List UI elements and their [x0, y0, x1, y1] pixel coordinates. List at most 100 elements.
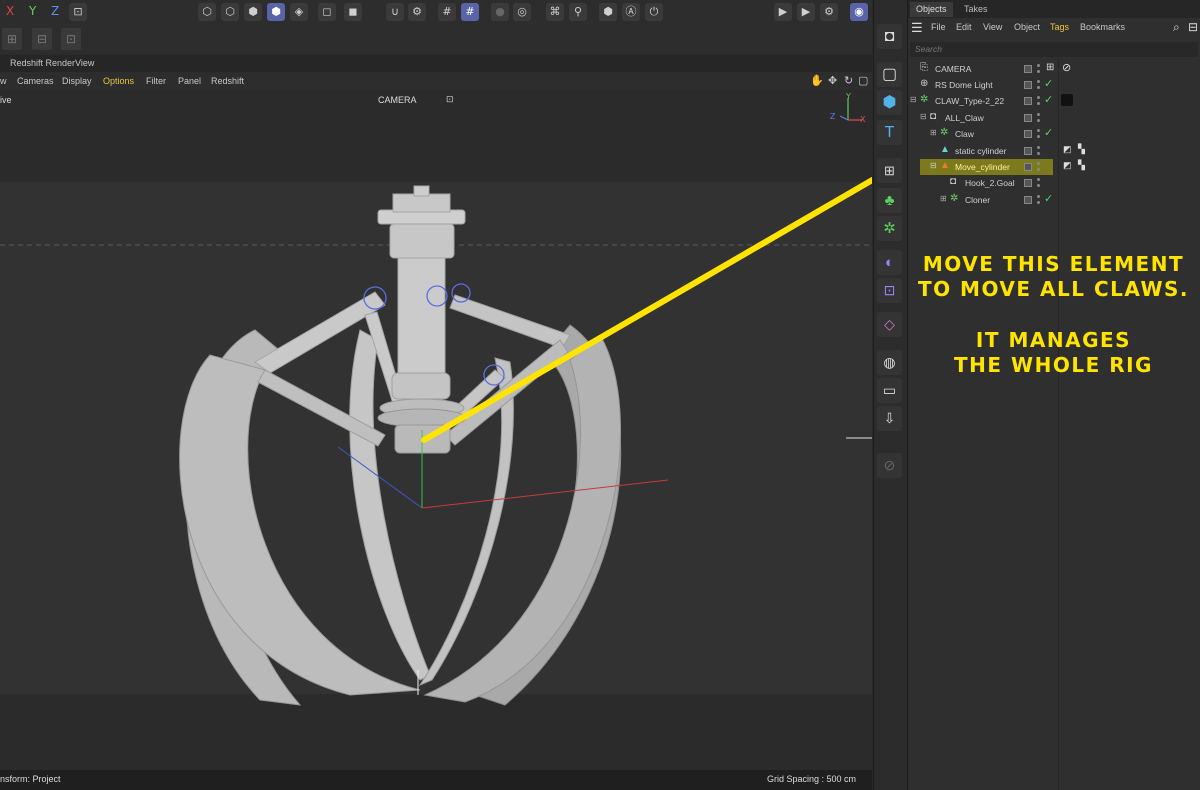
selection-icon[interactable]: ⊞	[877, 158, 902, 183]
editor-dot[interactable]	[1037, 129, 1040, 132]
pan-icon[interactable]: ✋	[810, 74, 824, 87]
phong-tag-icon[interactable]: ◩	[1063, 160, 1072, 171]
enabled-check-icon[interactable]: ✓	[1044, 77, 1053, 90]
render-dot[interactable]	[1037, 119, 1040, 122]
texture-tag-icon[interactable]: ▚	[1078, 144, 1085, 155]
texture-mode-icon[interactable]: ◈	[290, 3, 308, 21]
tree-row-static-cylinder[interactable]: ▲ static cylinder ◩ ▚	[908, 143, 1200, 159]
mograph-icon[interactable]: ♣	[877, 188, 902, 213]
viewport-menu-options[interactable]: Options	[103, 76, 134, 86]
light-icon[interactable]: ⇩	[877, 406, 902, 431]
snap-icon[interactable]: ∪	[386, 3, 404, 21]
render-dot[interactable]	[1037, 70, 1040, 73]
y-axis-toggle[interactable]: Y	[29, 4, 36, 18]
filter-icon[interactable]: ⊟	[1188, 20, 1198, 34]
coordinate-system-icon[interactable]: ⊡	[69, 3, 87, 21]
viewport-menu-view[interactable]: w	[0, 76, 7, 86]
visibility-toggle[interactable]	[1024, 147, 1032, 155]
tree-row-claw[interactable]: ⊞ ✲ Claw ✓	[908, 126, 1200, 142]
editor-dot[interactable]	[1037, 64, 1040, 67]
visibility-toggle[interactable]	[1024, 81, 1032, 89]
visibility-toggle[interactable]	[1024, 114, 1032, 122]
snap-settings-icon[interactable]: ⚙	[408, 3, 426, 21]
expand-toggle-icon[interactable]: ⊞	[940, 194, 947, 203]
visibility-toggle[interactable]	[1024, 130, 1032, 138]
editor-dot[interactable]	[1037, 96, 1040, 99]
om-menu-tags[interactable]: Tags	[1050, 22, 1069, 32]
phong-tag-icon[interactable]: ◩	[1063, 144, 1072, 155]
editor-dot[interactable]	[1037, 162, 1040, 165]
visibility-toggle[interactable]	[1024, 196, 1032, 204]
expand-toggle-icon[interactable]: ⊟	[910, 95, 917, 104]
symmetry-icon[interactable]: ⌘	[546, 3, 564, 21]
expand-toggle-icon[interactable]: ⊟	[930, 161, 937, 170]
target-tag-icon[interactable]: ⊞	[1046, 62, 1054, 73]
render-dot[interactable]	[1037, 201, 1040, 204]
render-dot[interactable]	[1037, 86, 1040, 89]
quantize-icon[interactable]: #	[461, 3, 479, 21]
viewport-menu-display[interactable]: Display	[62, 76, 92, 86]
x-axis-toggle[interactable]: X	[6, 4, 14, 18]
spline-rectangle-icon[interactable]: ▢	[877, 62, 902, 87]
undo-history-icon[interactable]: ⊞	[2, 28, 22, 50]
om-menu-bookmarks[interactable]: Bookmarks	[1080, 22, 1125, 32]
tree-row-rs-dome-light[interactable]: ⊕ RS Dome Light ✓	[908, 77, 1200, 93]
cloner-icon[interactable]: ✲	[877, 216, 902, 241]
model-mode-icon[interactable]: ⬢	[267, 3, 285, 21]
plugin-icon[interactable]: ⏻	[645, 3, 663, 21]
tree-row-camera[interactable]: ⎘ CAMERA ⊞ ⊘	[908, 61, 1200, 77]
cube-icon[interactable]: ⬢	[877, 90, 902, 115]
expand-toggle-icon[interactable]: ⊟	[920, 112, 927, 121]
viewport-menu-redshift[interactable]: Redshift	[211, 76, 244, 86]
editor-dot[interactable]	[1037, 178, 1040, 181]
tree-row-all-claw[interactable]: ⊟ ◘ ALL_Claw	[908, 110, 1200, 126]
deformer-tool-icon[interactable]: ◐	[877, 250, 902, 275]
visibility-toggle[interactable]	[1024, 179, 1032, 187]
material-tag-icon[interactable]	[1061, 94, 1073, 106]
environment-icon[interactable]: ◍	[877, 350, 902, 375]
render-dot[interactable]	[1037, 168, 1040, 171]
tab-objects[interactable]: Objects	[910, 2, 953, 17]
render-dot[interactable]	[1037, 102, 1040, 105]
points-mode-icon[interactable]: ⬡	[198, 3, 216, 21]
protection-tag-icon[interactable]: ⊘	[1062, 61, 1071, 74]
tree-row-cloner[interactable]: ⊞ ✲ Cloner ✓	[908, 192, 1200, 208]
z-axis-toggle[interactable]: Z	[51, 4, 59, 18]
material-icon[interactable]: ⬢	[599, 3, 617, 21]
editor-dot[interactable]	[1037, 146, 1040, 149]
tree-row-move-cylinder[interactable]: ⊟ ▲ Move_cylinder ◩ ▚	[908, 159, 1200, 175]
om-menu-file[interactable]: File	[931, 22, 946, 32]
layout-2-icon[interactable]: ⊡	[61, 28, 81, 50]
paint-icon[interactable]: ⊘	[877, 453, 902, 478]
render-dot[interactable]	[1037, 184, 1040, 187]
edges-mode-icon[interactable]: ⬡	[221, 3, 239, 21]
solo-icon[interactable]: ◻	[318, 3, 336, 21]
render-dot[interactable]	[1037, 152, 1040, 155]
field-icon[interactable]: ⊡	[877, 278, 902, 303]
viewport-menu-filter[interactable]: Filter	[146, 76, 166, 86]
om-menu-edit[interactable]: Edit	[956, 22, 972, 32]
enabled-check-icon[interactable]: ✓	[1044, 93, 1053, 106]
polygons-mode-icon[interactable]: ⬢	[244, 3, 262, 21]
editor-dot[interactable]	[1037, 113, 1040, 116]
maximize-view-icon[interactable]: ▢	[858, 74, 868, 87]
enabled-check-icon[interactable]: ✓	[1044, 192, 1053, 205]
tree-row-claw-type[interactable]: ⊟ ✲ CLAW_Type-2_22 ✓	[908, 93, 1200, 109]
enabled-check-icon[interactable]: ✓	[1044, 126, 1053, 139]
visibility-toggle[interactable]	[1024, 163, 1032, 171]
workplane-icon[interactable]: ◼	[344, 3, 362, 21]
volume-icon[interactable]: ◇	[877, 312, 902, 337]
viewport-menu-panel[interactable]: Panel	[178, 76, 201, 86]
search-icon[interactable]: ⌕	[1173, 20, 1180, 35]
lock-icon[interactable]: ●	[491, 3, 509, 21]
rotate-view-icon[interactable]: ↻	[844, 74, 853, 87]
editor-dot[interactable]	[1037, 195, 1040, 198]
render-picture-viewer-icon[interactable]: ▶	[797, 3, 815, 21]
search-field[interactable]: Search	[910, 42, 1198, 57]
expand-toggle-icon[interactable]: ⊞	[930, 128, 937, 137]
visibility-toggle[interactable]	[1024, 65, 1032, 73]
render-dot[interactable]	[1037, 135, 1040, 138]
om-menu-view[interactable]: View	[983, 22, 1002, 32]
null-object-icon[interactable]: ◘	[877, 24, 902, 49]
text-icon[interactable]: T	[877, 120, 902, 145]
